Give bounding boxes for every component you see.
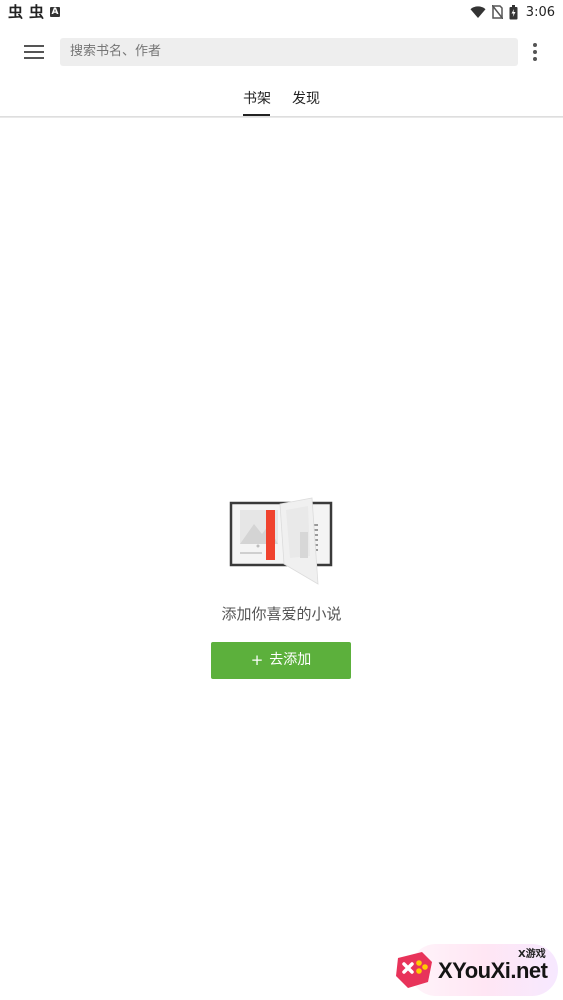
no-sim-icon <box>491 5 503 19</box>
status-system-icons: 3:06 <box>470 4 555 20</box>
notification-a-icon: A <box>50 7 61 17</box>
plus-icon: + <box>250 651 264 669</box>
status-notifications: 虫 虫 A <box>8 2 61 21</box>
empty-state-message: 添加你喜爱的小说 <box>221 605 342 623</box>
status-bar: 虫 虫 A 3:06 <box>0 0 563 24</box>
gamepad-logo-icon <box>396 952 432 988</box>
menu-button[interactable] <box>22 40 46 64</box>
hamburger-menu-icon <box>24 45 44 59</box>
tab-bookshelf[interactable]: 书架 <box>243 86 271 116</box>
vertical-dots-icon <box>533 43 537 61</box>
search-input[interactable] <box>60 38 518 66</box>
top-app-bar <box>0 30 563 74</box>
notification-icon-2: 虫 <box>29 2 45 21</box>
tab-divider <box>0 116 563 118</box>
add-book-button[interactable]: + 去添加 <box>211 642 351 679</box>
wifi-icon <box>470 5 486 18</box>
tab-discover[interactable]: 发现 <box>292 86 320 116</box>
add-book-button-label: 去添加 <box>269 652 312 668</box>
tab-bar: 书架 发现 <box>0 86 563 116</box>
watermark: X游戏 XYouXi.net <box>390 940 560 998</box>
status-time: 3:06 <box>525 4 555 20</box>
battery-icon <box>509 4 518 19</box>
more-options-button[interactable] <box>526 40 544 64</box>
open-book-icon <box>229 497 333 585</box>
watermark-brand-text: XYouXi.net <box>438 958 548 983</box>
notification-icon-1: 虫 <box>8 2 24 21</box>
